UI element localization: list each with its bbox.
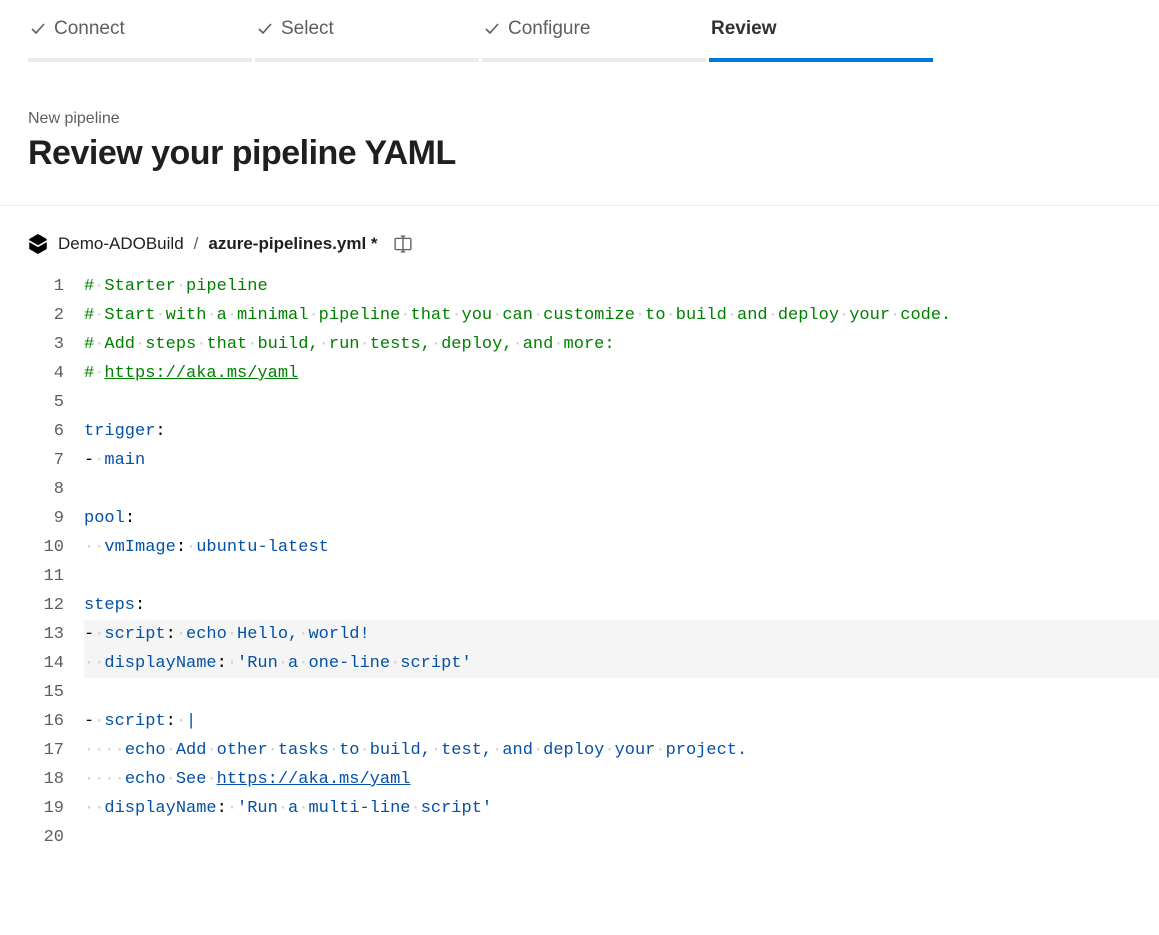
code-line[interactable]: trigger: <box>84 417 1159 446</box>
code-line[interactable] <box>84 475 1159 504</box>
line-number: 11 <box>28 562 64 591</box>
line-number: 15 <box>28 678 64 707</box>
code-line[interactable]: #·https://aka.ms/yaml <box>84 359 1159 388</box>
step-review[interactable]: Review <box>709 18 933 62</box>
code-line[interactable]: pool: <box>84 504 1159 533</box>
step-label: Connect <box>54 18 125 40</box>
repo-name: Demo-ADOBuild <box>58 234 184 254</box>
code-line[interactable]: ····echo·Add·other·tasks·to·build,·test,… <box>84 736 1159 765</box>
code-line[interactable]: -·main <box>84 446 1159 475</box>
line-number: 10 <box>28 533 64 562</box>
checkmark-icon <box>257 21 273 37</box>
page-title: Review your pipeline YAML <box>28 134 1131 173</box>
code-line[interactable]: #·Add·steps·that·build,·run·tests,·deplo… <box>84 330 1159 359</box>
code-line[interactable] <box>84 388 1159 417</box>
line-number: 3 <box>28 330 64 359</box>
step-select[interactable]: Select <box>255 18 479 62</box>
line-number: 19 <box>28 794 64 823</box>
line-number: 8 <box>28 475 64 504</box>
line-number: 4 <box>28 359 64 388</box>
step-label: Review <box>711 18 776 40</box>
rename-icon[interactable] <box>394 235 412 253</box>
checkmark-icon <box>484 21 500 37</box>
step-indicator <box>255 58 479 62</box>
line-number: 2 <box>28 301 64 330</box>
code-line[interactable]: ··displayName:·'Run·a·one-line·script' <box>84 649 1159 678</box>
wizard-stepper: Connect Select Configure Review <box>0 0 1159 62</box>
step-label: Select <box>281 18 334 40</box>
step-indicator <box>482 58 706 62</box>
line-number: 13 <box>28 620 64 649</box>
line-number: 18 <box>28 765 64 794</box>
code-line[interactable]: steps: <box>84 591 1159 620</box>
step-label: Configure <box>508 18 590 40</box>
code-line[interactable]: ··displayName:·'Run·a·multi-line·script' <box>84 794 1159 823</box>
code-line[interactable]: ··vmImage:·ubuntu-latest <box>84 533 1159 562</box>
code-line[interactable]: -·script:·echo·Hello,·world! <box>84 620 1159 649</box>
code-line[interactable] <box>84 562 1159 591</box>
line-number: 5 <box>28 388 64 417</box>
code-line[interactable]: -·script:·| <box>84 707 1159 736</box>
line-number: 16 <box>28 707 64 736</box>
code-line[interactable]: #·Starter·pipeline <box>84 272 1159 301</box>
line-gutter: 1234567891011121314151617181920 <box>28 272 84 852</box>
file-name: azure-pipelines.yml * <box>208 234 377 254</box>
line-number: 12 <box>28 591 64 620</box>
line-number: 7 <box>28 446 64 475</box>
step-indicator <box>28 58 252 62</box>
line-number: 9 <box>28 504 64 533</box>
code-line[interactable]: #·Start·with·a·minimal·pipeline·that·you… <box>84 301 1159 330</box>
code-line[interactable] <box>84 823 1159 852</box>
checkmark-icon <box>30 21 46 37</box>
code-line[interactable]: ····echo·See·https://aka.ms/yaml <box>84 765 1159 794</box>
breadcrumb: New pipeline <box>28 110 1131 128</box>
repo-icon <box>28 234 48 254</box>
step-configure[interactable]: Configure <box>482 18 706 62</box>
yaml-editor[interactable]: 1234567891011121314151617181920 #·Starte… <box>0 272 1159 852</box>
page-header: New pipeline Review your pipeline YAML <box>0 62 1159 206</box>
line-number: 1 <box>28 272 64 301</box>
line-number: 6 <box>28 417 64 446</box>
step-indicator <box>709 58 933 62</box>
path-separator: / <box>194 234 199 254</box>
file-path: Demo-ADOBuild / azure-pipelines.yml * <box>0 206 1159 272</box>
line-number: 17 <box>28 736 64 765</box>
step-connect[interactable]: Connect <box>28 18 252 62</box>
code-line[interactable] <box>84 678 1159 707</box>
line-number: 20 <box>28 823 64 852</box>
code-area[interactable]: #·Starter·pipeline#·Start·with·a·minimal… <box>84 272 1159 852</box>
line-number: 14 <box>28 649 64 678</box>
